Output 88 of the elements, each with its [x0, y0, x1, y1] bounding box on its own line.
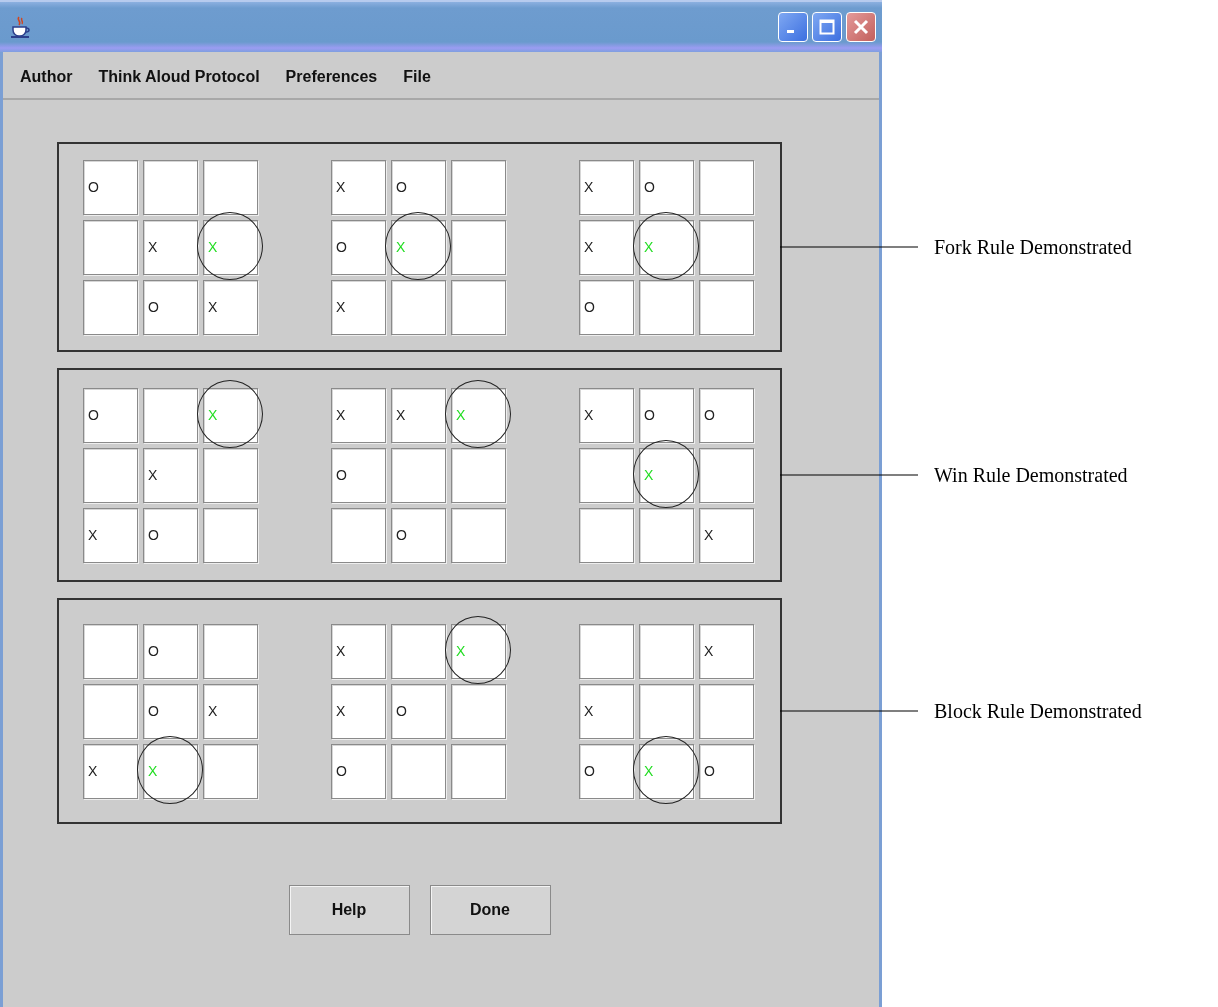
board-cell[interactable]	[203, 743, 258, 799]
board-cell[interactable]: X	[579, 219, 634, 275]
board-cell[interactable]	[699, 159, 754, 215]
board-cell[interactable]: O	[391, 683, 446, 739]
annotation-label: Block Rule Demonstrated	[934, 699, 1142, 723]
board-cell[interactable]	[579, 507, 634, 563]
board-cell[interactable]: O	[331, 219, 386, 275]
close-button[interactable]	[846, 12, 876, 42]
board-cell[interactable]	[451, 159, 506, 215]
board-cell[interactable]: O	[639, 387, 694, 443]
board-cell[interactable]: X	[331, 623, 386, 679]
board-cell[interactable]	[83, 623, 138, 679]
board-cell[interactable]: X	[391, 387, 446, 443]
board-cell[interactable]: O	[391, 159, 446, 215]
board-cell[interactable]	[639, 623, 694, 679]
board-cell[interactable]	[639, 683, 694, 739]
board-cell[interactable]	[83, 683, 138, 739]
board-cell[interactable]: X	[331, 279, 386, 335]
board-cell[interactable]: X	[143, 447, 198, 503]
board-cell[interactable]	[391, 743, 446, 799]
board-cell[interactable]: X	[203, 683, 258, 739]
annotation-label: Win Rule Demonstrated	[934, 463, 1128, 487]
board-cell[interactable]: X	[331, 387, 386, 443]
coffee-cup-icon	[10, 15, 32, 39]
board-cell[interactable]: X	[579, 683, 634, 739]
board-cell[interactable]	[451, 683, 506, 739]
board-cell[interactable]: O	[143, 683, 198, 739]
dialog-button[interactable]: Help	[288, 885, 410, 935]
board-cell[interactable]	[451, 507, 506, 563]
board-cell[interactable]: O	[143, 623, 198, 679]
maximize-button[interactable]	[812, 12, 842, 42]
board-cell[interactable]: O	[579, 279, 634, 335]
board-cell[interactable]	[699, 219, 754, 275]
board-cell[interactable]	[579, 623, 634, 679]
minimize-button[interactable]	[778, 12, 808, 42]
board-cell[interactable]	[391, 623, 446, 679]
board-cell[interactable]	[451, 447, 506, 503]
board-cell[interactable]	[203, 507, 258, 563]
board-cell[interactable]: O	[331, 447, 386, 503]
board-cell[interactable]	[83, 447, 138, 503]
board-cell[interactable]: O	[699, 743, 754, 799]
board-cell[interactable]: X	[83, 507, 138, 563]
menu-item[interactable]: Think Aloud Protocol	[98, 68, 260, 86]
menu-item[interactable]: File	[403, 68, 431, 86]
board-cell[interactable]	[451, 743, 506, 799]
board-cell[interactable]	[203, 159, 258, 215]
board-cell[interactable]: X	[579, 387, 634, 443]
board-cell[interactable]: O	[699, 387, 754, 443]
board-cell[interactable]	[203, 623, 258, 679]
board-cell[interactable]	[451, 219, 506, 275]
board-cell[interactable]: X	[83, 743, 138, 799]
board-cell[interactable]: O	[83, 159, 138, 215]
board-cell[interactable]	[699, 279, 754, 335]
board-cell[interactable]: X	[579, 159, 634, 215]
annotation-label: Fork Rule Demonstrated	[934, 235, 1132, 259]
board-cell[interactable]: O	[331, 743, 386, 799]
board-cell[interactable]	[639, 507, 694, 563]
board-cell[interactable]: X	[331, 683, 386, 739]
board-cell[interactable]	[83, 279, 138, 335]
board-cell[interactable]: O	[143, 507, 198, 563]
board-cell[interactable]	[391, 279, 446, 335]
close-icon	[853, 19, 869, 35]
board-cell[interactable]	[699, 683, 754, 739]
board-cell[interactable]	[639, 279, 694, 335]
board-cell[interactable]: X	[699, 507, 754, 563]
board-cell[interactable]	[143, 159, 198, 215]
board-cell[interactable]: O	[639, 159, 694, 215]
board-cell[interactable]: X	[699, 623, 754, 679]
board-cell[interactable]	[699, 447, 754, 503]
board-cell[interactable]: X	[143, 219, 198, 275]
board-cell[interactable]: X	[331, 159, 386, 215]
maximize-icon	[819, 19, 835, 35]
board-cell[interactable]: O	[143, 279, 198, 335]
board-cell[interactable]	[579, 447, 634, 503]
menu-item[interactable]: Author	[20, 68, 73, 86]
board-cell[interactable]: O	[579, 743, 634, 799]
board-cell[interactable]	[143, 387, 198, 443]
minimize-icon	[787, 29, 794, 33]
board-cell[interactable]	[451, 279, 506, 335]
board-cell[interactable]: O	[391, 507, 446, 563]
board-cell[interactable]: X	[203, 279, 258, 335]
board-cell[interactable]	[331, 507, 386, 563]
board-cell[interactable]	[83, 219, 138, 275]
board-cell[interactable]	[391, 447, 446, 503]
board-cell[interactable]	[203, 447, 258, 503]
dialog-button[interactable]: Done	[429, 885, 551, 935]
board-cell[interactable]: O	[83, 387, 138, 443]
menu-item[interactable]: Preferences	[285, 68, 378, 86]
